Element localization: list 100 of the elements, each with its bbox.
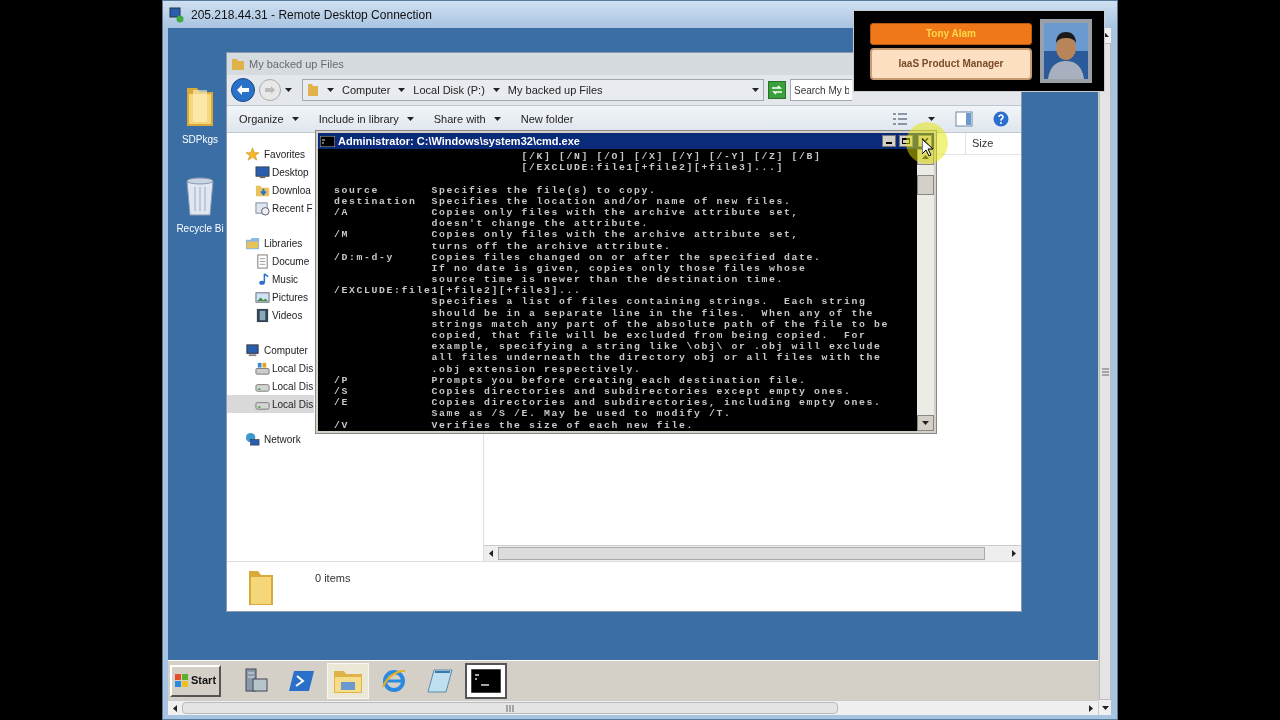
navigation-item[interactable]: Network [227, 430, 314, 448]
scroll-right-icon [1012, 550, 1016, 557]
scrollbar-thumb[interactable] [182, 702, 838, 714]
cursor-icon [922, 139, 934, 157]
folder-icon [231, 57, 245, 71]
breadcrumb-caret-icon [492, 88, 500, 92]
console-line: all files underneath the directory obj or all files with the [430, 352, 883, 364]
console-line: /A Copies only files with the archive attribute set, [334, 206, 800, 219]
navigation-item[interactable]: Music [227, 270, 314, 288]
window-title: My backed up Files [249, 56, 344, 72]
star-icon [245, 146, 260, 162]
scroll-down-icon [922, 421, 929, 425]
film-icon [255, 307, 270, 323]
navigation-item[interactable]: Local Dis [227, 377, 314, 395]
document-icon [255, 253, 270, 269]
breadcrumb-caret-icon [398, 88, 406, 92]
server-icon [243, 666, 270, 695]
address-bar[interactable]: Computer Local Disk (P:) My backed up Files [302, 79, 764, 101]
taskbar-button[interactable] [465, 662, 508, 699]
console-line: turns off the archive attribute. [430, 240, 673, 252]
presenter-name: Tony Alam [870, 22, 1032, 45]
address-dropdown-icon [752, 88, 759, 92]
toolbar-button[interactable]: Share with [433, 110, 501, 128]
console-line: .obj extension respectively. [430, 363, 643, 375]
back-button[interactable] [231, 78, 255, 102]
back-arrow-icon [237, 85, 249, 95]
recycle-bin-icon [184, 175, 216, 217]
minimize-button[interactable] [882, 135, 896, 147]
console-line: /D:m-d-y Copies files changed on or after the specified date. [334, 251, 823, 263]
history-caret-icon [285, 88, 292, 92]
windows-logo-icon [175, 674, 189, 687]
console-line: [/EXCLUDE:file1[+file2][+file3]...] [520, 162, 785, 174]
console-line: source Specifies the file(s) to copy. [334, 184, 658, 196]
close-icon [921, 137, 929, 145]
breadcrumb-item[interactable]: Computer [342, 81, 391, 99]
navigation-item[interactable]: Libraries [227, 234, 314, 252]
horizontal-scrollbar[interactable] [484, 545, 1021, 561]
toolbar-button[interactable]: Organize [239, 110, 299, 128]
forward-arrow-icon [265, 86, 275, 94]
navigation-item[interactable]: Recent F [227, 199, 314, 217]
console-line: /S Copies directories and subdirectories except empty ones. [334, 385, 853, 398]
grip-icon [506, 704, 514, 712]
refresh-button[interactable] [768, 81, 786, 99]
start-button[interactable]: Start [170, 664, 222, 697]
item-count: 0 items [315, 571, 351, 586]
powershell-icon [289, 668, 316, 693]
grip-icon [1101, 367, 1109, 376]
remote-desktop-icon [169, 6, 185, 23]
console-line: example, specifying a string like \obj\ or .obj will exclude [430, 341, 883, 353]
caret-icon [406, 117, 414, 121]
scrollbar-thumb[interactable] [498, 547, 985, 560]
navigation-item[interactable]: Favorites [227, 145, 314, 163]
click-highlight [906, 122, 948, 164]
scroll-right-icon [1089, 704, 1093, 712]
folder-icon [307, 83, 319, 97]
toolbar-button[interactable]: Include in library [318, 110, 414, 128]
console-line: destination Specifies the location and/or name of new files. [334, 195, 793, 207]
navigation-item[interactable]: Videos [227, 306, 314, 324]
console-line: copied, that file will be excluded from being copied. For [430, 330, 868, 342]
console-line: [/K] [/N] [/O] [/X] [/Y] [/-Y] [/Z] [/B] [520, 151, 823, 163]
navigation-item[interactable]: Local Dis [227, 395, 314, 413]
console-line: /M Copies only files with the archive attribute set, [334, 229, 800, 241]
horizontal-scrollbar[interactable] [168, 700, 1098, 715]
navigation-item[interactable]: Computer [227, 341, 314, 359]
column-header[interactable]: Size [965, 133, 1021, 154]
navigation-item[interactable]: Docume [227, 252, 314, 270]
vertical-scrollbar[interactable] [917, 149, 934, 431]
caret-icon [493, 117, 501, 121]
view-options-icon [892, 112, 908, 126]
breadcrumb-caret-icon [327, 88, 334, 92]
maximize-button[interactable] [899, 135, 913, 147]
network-icon [245, 431, 260, 447]
desktop-icon-label[interactable]: SDPkgs [181, 132, 219, 147]
navigation-item[interactable]: Desktop [227, 163, 314, 181]
scroll-down-icon [1101, 706, 1109, 710]
navigation-item[interactable]: Downloa [227, 181, 314, 199]
navigation-item[interactable]: Local Dis [227, 359, 314, 377]
monitor-icon [255, 164, 270, 180]
breadcrumb-item[interactable]: My backed up Files [507, 81, 603, 99]
help-icon [993, 111, 1009, 127]
breadcrumb-item[interactable]: Local Disk (P:) [413, 81, 485, 99]
presenter-role: IaaS Product Manager [870, 47, 1032, 80]
command-prompt-icon [320, 135, 335, 147]
caret-icon [291, 117, 299, 121]
console-line: Specifies a list of files containing strings. Each string [430, 296, 868, 308]
scroll-up-icon [922, 155, 929, 159]
desktop-icon-label[interactable]: Recycle Bi [176, 221, 224, 236]
recent-places-icon [255, 200, 270, 216]
navigation-item[interactable]: Pictures [227, 288, 314, 306]
computer-icon [245, 342, 260, 358]
drive-icon [255, 360, 270, 376]
preview-pane-icon [955, 111, 973, 127]
toolbar-button[interactable]: New folder [520, 110, 574, 128]
scrollbar-thumb[interactable] [917, 175, 934, 195]
console-line: /E Copies directories and subdirectories, including empty ones. [334, 397, 883, 409]
search-field[interactable]: Search My b [790, 79, 852, 101]
console-line: should be in a separate line in the files. When any of the [430, 307, 875, 319]
console-line: If no date is given, copies only those files whose [430, 262, 808, 275]
folder-icon [247, 568, 275, 606]
console-line: doesn't change the attribute. [430, 218, 650, 230]
